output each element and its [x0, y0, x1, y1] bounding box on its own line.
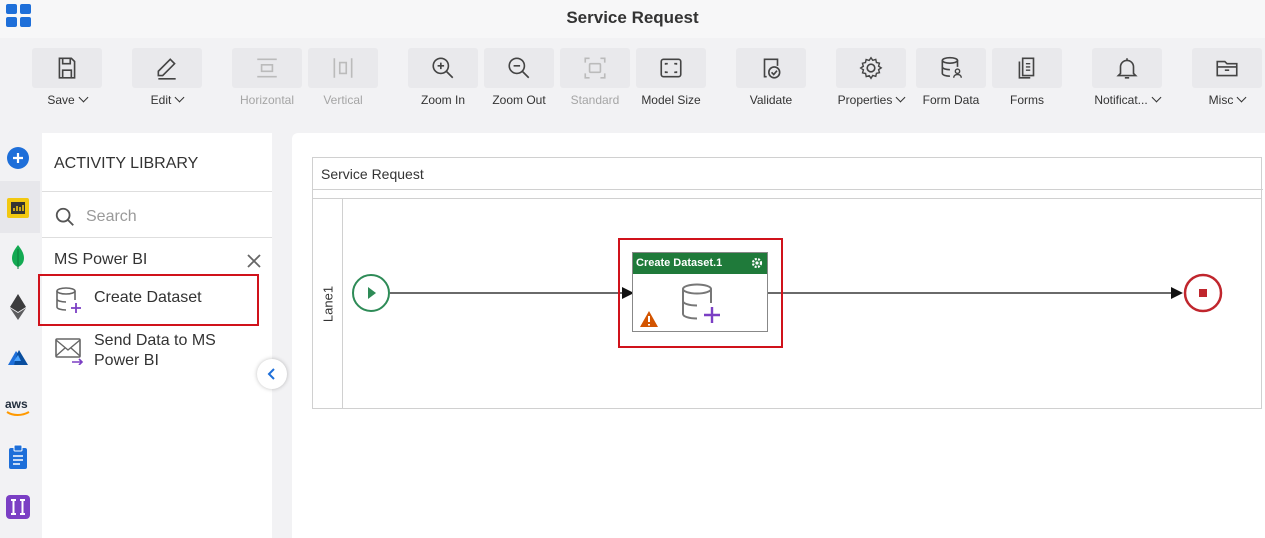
misc-label: Misc: [1208, 93, 1234, 107]
standard-button[interactable]: Standard: [560, 48, 630, 110]
zoom-out-icon: [508, 57, 530, 79]
end-event[interactable]: [1183, 273, 1223, 313]
align-horizontal-icon: [257, 58, 277, 78]
misc-button[interactable]: Misc: [1192, 48, 1262, 110]
zoom-in-icon: [432, 57, 454, 79]
library-item-label: Send Data to MS Power BI: [94, 332, 216, 369]
integration-icon[interactable]: [4, 493, 32, 521]
gear-icon: [859, 56, 883, 80]
bell-icon: [1116, 58, 1138, 79]
zoom-in-button[interactable]: Zoom In: [408, 48, 478, 110]
validate-icon: [763, 58, 781, 79]
azure-icon[interactable]: [4, 343, 32, 371]
arrow-head-icon: [1171, 287, 1183, 299]
zoom-out-button[interactable]: Zoom Out: [484, 48, 554, 110]
vertical-label: Vertical: [323, 93, 363, 107]
power-bi-icon[interactable]: [4, 194, 32, 222]
page-title: Service Request: [566, 8, 699, 27]
send-mail-icon: [55, 338, 84, 365]
highlight-box: [38, 274, 259, 326]
aws-icon[interactable]: aws: [4, 393, 32, 421]
library-title: ACTIVITY LIBRARY: [54, 155, 199, 172]
fit-standard-icon: [584, 57, 606, 79]
highlight-box: [618, 238, 783, 348]
properties-label: Properties: [837, 93, 893, 107]
close-icon[interactable]: [245, 252, 263, 270]
search-input[interactable]: [86, 205, 256, 229]
validate-button[interactable]: Validate: [736, 48, 806, 110]
model-size-label: Model Size: [641, 93, 701, 107]
ethereum-icon[interactable]: [4, 293, 32, 321]
forms-button[interactable]: Forms: [992, 48, 1062, 110]
category-title: MS Power BI: [54, 251, 148, 268]
forms-label: Forms: [1010, 93, 1044, 107]
chevron-down-icon: [1236, 92, 1247, 103]
chevron-down-icon: [174, 92, 185, 103]
horizontal-button[interactable]: Horizontal: [232, 48, 302, 110]
edit-label: Edit: [150, 93, 172, 107]
save-button[interactable]: Save: [32, 48, 102, 110]
aws-text: aws: [5, 397, 28, 411]
add-icon[interactable]: [4, 144, 32, 172]
notifications-label: Notificat...: [1094, 93, 1148, 107]
database-user-icon: [941, 56, 962, 78]
align-vertical-icon: [333, 58, 353, 78]
form-data-button[interactable]: Form Data: [916, 48, 986, 110]
validate-label: Validate: [749, 93, 793, 107]
library-item-send-data[interactable]: Send Data to MS Power BI: [42, 329, 272, 379]
activity-library-panel: ACTIVITY LIBRARY MS Power BI Create Data…: [38, 133, 272, 538]
forms-icon: [1018, 57, 1035, 79]
search-icon: [55, 207, 74, 226]
mongodb-icon[interactable]: [4, 243, 32, 271]
save-label: Save: [47, 93, 75, 107]
chevron-down-icon: [895, 92, 906, 103]
model-size-button[interactable]: Model Size: [636, 48, 706, 110]
process-canvas[interactable]: Service Request Lane1 Create Dataset.1: [292, 133, 1265, 538]
app-header: Service Request: [0, 0, 1265, 38]
properties-button[interactable]: Properties: [836, 48, 906, 110]
divider: [42, 237, 272, 238]
chevron-down-icon: [78, 92, 89, 103]
save-icon: [58, 57, 76, 79]
fit-screen-icon: [660, 58, 682, 78]
edit-button[interactable]: Edit: [132, 48, 202, 110]
vertical-button[interactable]: Vertical: [308, 48, 378, 110]
collapse-panel-button[interactable]: [257, 359, 287, 389]
pencil-icon: [157, 58, 176, 80]
clipboard-icon[interactable]: [4, 443, 32, 471]
toolbar: Save Edit Horizontal Vertical Zoom In Zo…: [0, 38, 1265, 113]
start-event[interactable]: [352, 274, 390, 312]
chevron-left-icon: [267, 368, 275, 380]
folder-icon: [1216, 60, 1238, 77]
divider: [42, 191, 272, 192]
chevron-down-icon: [1151, 92, 1162, 103]
notifications-button[interactable]: Notificat...: [1092, 48, 1162, 110]
activity-rail: aws: [0, 133, 40, 538]
